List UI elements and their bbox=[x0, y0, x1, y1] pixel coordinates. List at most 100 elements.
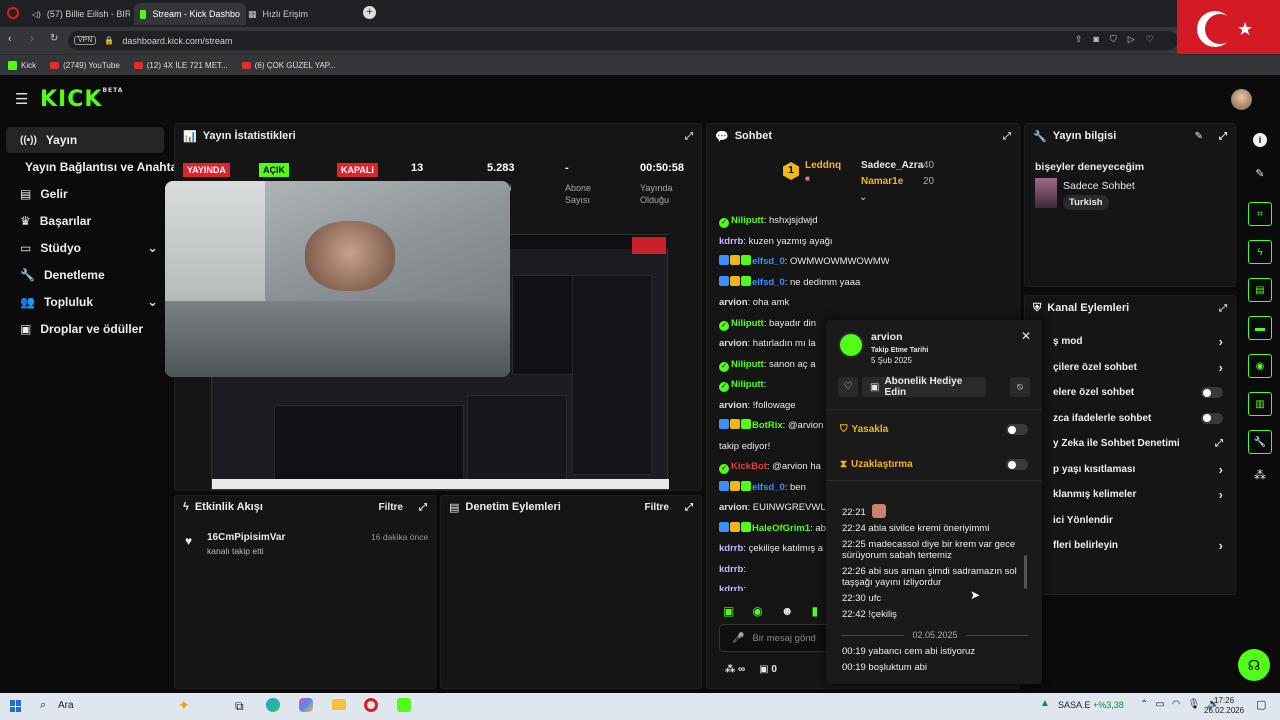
clip-icon[interactable]: ⌗ bbox=[1248, 202, 1272, 226]
filter-button[interactable]: Filtre bbox=[645, 502, 669, 513]
chat-username[interactable]: Niliputt bbox=[731, 318, 764, 329]
category-name[interactable]: Sadece Sohbet bbox=[1063, 180, 1135, 192]
stack-icon[interactable]: ▥ bbox=[1248, 392, 1272, 416]
action-toggle[interactable] bbox=[1201, 412, 1223, 424]
bookmark-kick[interactable]: Kick bbox=[8, 60, 36, 70]
wifi-icon[interactable]: ◠ bbox=[1172, 699, 1181, 710]
channel-action-row[interactable]: ici Yönlendir bbox=[1053, 508, 1235, 534]
file-explorer-icon[interactable] bbox=[332, 699, 346, 710]
tab-youtube[interactable]: ◁) (57) Billie Eilish - BIRD bbox=[26, 3, 130, 25]
sidebar-item-droplar[interactable]: ▣ Droplar ve ödüller bbox=[6, 316, 164, 342]
copilot-icon[interactable] bbox=[299, 698, 313, 712]
follow-heart-button[interactable]: ♡ bbox=[838, 377, 858, 397]
sidebar-item-stream-key[interactable]: Yayın Bağlantısı ve Anahtarı bbox=[6, 154, 185, 180]
user-avatar[interactable] bbox=[838, 332, 864, 358]
chat-username[interactable]: elfsd_0 bbox=[752, 482, 785, 493]
chat-username[interactable]: arvion bbox=[719, 297, 748, 308]
sidebar-item-topluluk[interactable]: 👥 Topluluk ⌄ bbox=[6, 289, 164, 315]
chat-username[interactable]: arvion bbox=[719, 502, 748, 513]
gift-subscription-button[interactable]: ▣ Abonelik Hediye Edin bbox=[862, 376, 986, 398]
document-icon[interactable]: ▤ bbox=[1248, 278, 1272, 302]
leader-second[interactable]: Sadece_Azra bbox=[861, 160, 923, 171]
chat-username[interactable]: Niliputt bbox=[731, 359, 764, 370]
chat-username[interactable]: arvion bbox=[719, 338, 748, 349]
chat-username[interactable]: kdrrb bbox=[719, 564, 743, 575]
bookmark-video-2[interactable]: (6) ÇOK GÜZEL YAP... bbox=[241, 61, 336, 70]
emote-icon[interactable]: ▮ bbox=[811, 604, 818, 618]
emote-icon[interactable]: ◉ bbox=[752, 604, 762, 618]
lightning-icon[interactable]: ϟ bbox=[1248, 240, 1272, 264]
kick-taskbar-icon[interactable] bbox=[397, 698, 411, 712]
channel-action-row[interactable]: ş mod › bbox=[1053, 329, 1235, 355]
network-icon[interactable]: ▭ bbox=[1155, 699, 1164, 710]
chat-username[interactable]: kdrrb bbox=[719, 236, 743, 247]
chevron-up-icon[interactable]: ⌃ bbox=[1140, 699, 1148, 710]
stock-ticker[interactable]: SASA.E bbox=[1058, 700, 1091, 710]
expand-icon[interactable]: ⤢ bbox=[419, 502, 427, 513]
sidebar-item-studyo[interactable]: ▭ Stüdyo ⌄ bbox=[6, 235, 164, 261]
channel-action-row[interactable]: fleri belirleyin › bbox=[1053, 533, 1235, 559]
bookmark-video-1[interactable]: (12) 4X İLE 721 MET... bbox=[133, 61, 228, 70]
forward-icon[interactable]: › bbox=[30, 33, 34, 45]
mic-icon[interactable]: 🎙 bbox=[1188, 699, 1201, 710]
leader-first[interactable]: Leddnq bbox=[805, 160, 841, 171]
url-field[interactable]: VPN 🔒 dashboard.kick.com/stream bbox=[68, 31, 1178, 50]
emote-icon[interactable]: ▣ bbox=[723, 604, 734, 618]
channel-action-row[interactable]: çilere özel sohbet › bbox=[1053, 355, 1235, 381]
taskbar-search[interactable]: Ara bbox=[58, 700, 74, 711]
leaderboard-collapse-icon[interactable]: ⌄ bbox=[859, 192, 867, 203]
chat-username[interactable]: kdrrb bbox=[719, 543, 743, 554]
flow-icon[interactable]: ▷ bbox=[1128, 34, 1135, 45]
chat-username[interactable]: arvion bbox=[719, 400, 748, 411]
opera-taskbar-icon[interactable] bbox=[364, 698, 378, 712]
filter-button[interactable]: Filtre bbox=[379, 502, 403, 513]
bookmark-youtube[interactable]: (2749) YouTube bbox=[50, 61, 120, 70]
chat-username[interactable]: elfsd_0 bbox=[752, 277, 785, 288]
info-icon[interactable]: i bbox=[1253, 133, 1267, 147]
channel-action-row[interactable]: p yaşı kısıtlaması › bbox=[1053, 457, 1235, 483]
task-view-icon[interactable]: ⧉ bbox=[235, 699, 244, 714]
expand-icon[interactable]: ⤢ bbox=[685, 131, 693, 142]
expand-icon[interactable]: ⤢ bbox=[1219, 303, 1227, 314]
chat-username[interactable]: elfsd_0 bbox=[752, 256, 785, 267]
tab-quick-access[interactable]: ▦ Hızlı Erişim bbox=[248, 3, 352, 25]
emote-icon[interactable]: ☻ bbox=[781, 604, 794, 618]
sidebar-item-denetleme[interactable]: 🔧 Denetleme bbox=[6, 262, 164, 288]
opera-logo-icon[interactable] bbox=[7, 7, 19, 19]
sidebar-item-gelir[interactable]: ▤ Gelir bbox=[6, 181, 164, 207]
menu-icon[interactable]: ☰ bbox=[15, 90, 28, 108]
support-button[interactable]: ☊ bbox=[1238, 649, 1270, 681]
shield-icon[interactable]: ⛉ bbox=[1110, 34, 1117, 45]
popup-username[interactable]: arvion bbox=[871, 331, 903, 343]
new-tab-button[interactable]: + bbox=[363, 6, 376, 19]
mute-button[interactable]: ⍉ bbox=[1010, 377, 1030, 397]
vpn-badge[interactable]: VPN bbox=[74, 36, 97, 45]
chat-username[interactable]: Niliputt bbox=[731, 379, 764, 390]
channel-action-row[interactable]: elere özel sohbet bbox=[1053, 380, 1235, 406]
broadcast-icon[interactable]: ◉ bbox=[1248, 354, 1272, 378]
expand-icon[interactable]: ⤢ bbox=[685, 502, 693, 513]
wrench-icon[interactable]: 🔧 bbox=[1248, 430, 1272, 454]
expand-icon[interactable]: ⤢ bbox=[1003, 131, 1011, 142]
points-widget[interactable]: ⁂ ∞ bbox=[725, 664, 745, 675]
windows-start-icon[interactable] bbox=[10, 700, 22, 712]
chat-username[interactable]: kdrrb bbox=[719, 584, 743, 591]
chat-bubble-icon[interactable]: ▬ bbox=[1248, 316, 1272, 340]
share-icon[interactable]: ⇪ bbox=[1075, 34, 1083, 45]
clock[interactable]: 17:26 26.02.2026 bbox=[1204, 696, 1244, 716]
sidebar-item-basarilar[interactable]: ♛ Başarılar bbox=[6, 208, 164, 234]
action-toggle[interactable] bbox=[1201, 387, 1223, 399]
channel-action-row[interactable]: klanmış kelimeler › bbox=[1053, 482, 1235, 508]
chat-username[interactable]: BotRix bbox=[752, 420, 783, 431]
close-icon[interactable]: ✕ bbox=[1021, 329, 1031, 343]
notification-icon[interactable]: ▢ bbox=[1256, 698, 1266, 711]
sidebar-item-yayin[interactable]: ((•)) Yayın bbox=[6, 127, 164, 153]
edit-icon[interactable]: ✎ bbox=[1240, 167, 1280, 180]
edge-icon[interactable] bbox=[266, 698, 280, 712]
reload-icon[interactable]: ↻ bbox=[50, 33, 58, 44]
community-icon[interactable]: ⁂ bbox=[1240, 468, 1280, 482]
activity-user[interactable]: 16CmPipisimVar bbox=[207, 532, 285, 543]
expand-icon[interactable]: ⤢ bbox=[1219, 131, 1227, 142]
kick-logo[interactable]: KICKBETA bbox=[40, 87, 123, 112]
leader-third[interactable]: Namar1e bbox=[861, 176, 903, 187]
